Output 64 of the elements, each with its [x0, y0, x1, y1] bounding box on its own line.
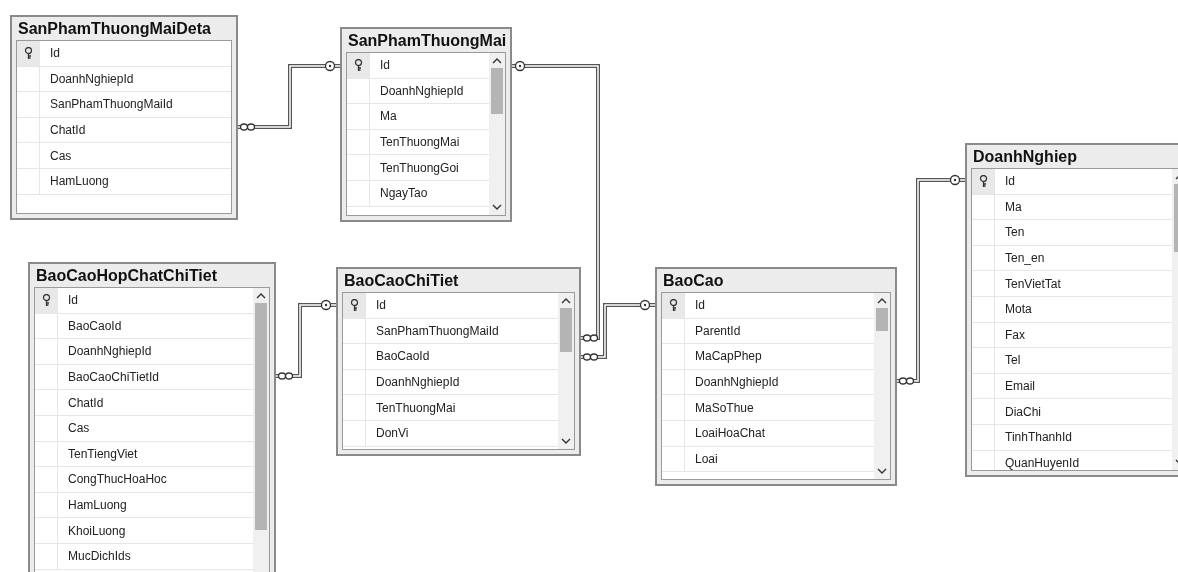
- column-name[interactable]: LoaiHoaChat: [685, 426, 766, 441]
- column-name[interactable]: BaoCaoChiTietId: [58, 370, 159, 385]
- column-name[interactable]: DoanhNghiepId: [58, 344, 152, 359]
- column-name[interactable]: DoanhNghiepId: [366, 375, 460, 390]
- column-name[interactable]: MucDichIds: [58, 549, 131, 564]
- column-name[interactable]: DoanhNghiepId: [40, 71, 134, 86]
- column-name[interactable]: Loai: [685, 451, 718, 466]
- table-panel[interactable]: BaoCaoHopChatChiTiet Id BaoCaoId DoanhNghiepId BaoCaoChiTietId ChatId Cas TenTiengViet CongThucHoaHoc HamLuong KhoiLuong MucDichIds: [28, 262, 276, 572]
- column-name[interactable]: Id: [995, 174, 1015, 189]
- column-name[interactable]: BaoCaoId: [58, 318, 122, 333]
- column-name[interactable]: Id: [370, 58, 390, 73]
- column-name[interactable]: Tel: [995, 353, 1021, 368]
- column-name[interactable]: BaoCaoId: [366, 349, 430, 364]
- scroll-bar[interactable]: [874, 293, 890, 479]
- column-name[interactable]: Mota: [995, 302, 1032, 317]
- table-title: BaoCaoHopChatChiTiet: [35, 266, 219, 286]
- scroll-bar[interactable]: [489, 53, 505, 215]
- column-name[interactable]: Cas: [40, 148, 72, 163]
- column-name[interactable]: Ma: [995, 199, 1022, 214]
- table-title: BaoCao: [662, 271, 725, 291]
- table-panel[interactable]: SanPhamThuongMaiDeta Id DoanhNghiepId SanPhamThuongMaiId ChatId Cas HamLuong: [10, 15, 238, 220]
- column-name[interactable]: ChatId: [40, 123, 86, 138]
- column-name[interactable]: CongThucHoaHoc: [58, 472, 167, 487]
- column-name[interactable]: HamLuong: [40, 174, 109, 189]
- table-title: SanPhamThuongMai: [347, 31, 506, 51]
- column-name[interactable]: HamLuong: [58, 498, 127, 513]
- column-name[interactable]: Email: [995, 379, 1035, 394]
- column-name[interactable]: ParentId: [685, 323, 741, 338]
- column-name[interactable]: MaSoThue: [685, 400, 754, 415]
- column-name[interactable]: TenTiengViet: [58, 446, 138, 461]
- column-name[interactable]: QuanHuyenId: [995, 455, 1080, 470]
- column-name[interactable]: Id: [366, 298, 386, 313]
- column-name[interactable]: NgayTao: [370, 186, 428, 201]
- table-panel[interactable]: BaoCao Id ParentId MaCapPhep DoanhNghiepId MaSoThue LoaiHoaChat Loai: [655, 267, 897, 486]
- column-name[interactable]: SanPhamThuongMaiId: [366, 323, 499, 338]
- scroll-bar[interactable]: [253, 288, 269, 572]
- column-name[interactable]: Id: [685, 298, 705, 313]
- column-name[interactable]: KhoiLuong: [58, 523, 126, 538]
- column-name[interactable]: Fax: [995, 327, 1025, 342]
- column-name[interactable]: DonVi: [366, 426, 409, 441]
- scroll-bar[interactable]: [558, 293, 574, 449]
- column-name[interactable]: TenThuongMai: [366, 400, 456, 415]
- table-panel[interactable]: SanPhamThuongMai Id DoanhNghiepId Ma TenThuongMai TenThuongGoi NgayTao: [340, 27, 512, 222]
- column-name[interactable]: TinhThanhId: [995, 430, 1072, 445]
- column-name[interactable]: DoanhNghiepId: [370, 83, 464, 98]
- column-name[interactable]: Ma: [370, 109, 397, 124]
- column-name[interactable]: ChatId: [58, 395, 104, 410]
- table-title: DoanhNghiep: [972, 147, 1078, 167]
- column-name[interactable]: Cas: [58, 421, 90, 436]
- column-name[interactable]: TenThuongMai: [370, 135, 460, 150]
- table-panel[interactable]: BaoCaoChiTiet Id SanPhamThuongMaiId BaoCaoId DoanhNghiepId TenThuongMai DonVi: [336, 267, 581, 456]
- column-name[interactable]: DoanhNghiepId: [685, 375, 779, 390]
- column-name[interactable]: MaCapPhep: [685, 349, 762, 364]
- column-name[interactable]: TenVietTat: [995, 276, 1061, 291]
- table-title: SanPhamThuongMaiDeta: [17, 19, 212, 39]
- column-name[interactable]: Ten_en: [995, 251, 1045, 266]
- column-name[interactable]: TenThuongGoi: [370, 160, 459, 175]
- column-name[interactable]: DiaChi: [995, 404, 1041, 419]
- table-title: BaoCaoChiTiet: [343, 271, 460, 291]
- column-name[interactable]: SanPhamThuongMaiId: [40, 97, 173, 112]
- table-panel[interactable]: DoanhNghiep Id Ma Ten Ten_en TenVietTat Mota Fax Tel Email DiaChi TinhThanhId QuanHuyenId: [965, 143, 1178, 477]
- column-name[interactable]: Id: [40, 46, 60, 61]
- column-name[interactable]: Ten: [995, 225, 1025, 240]
- column-name[interactable]: Id: [58, 293, 78, 308]
